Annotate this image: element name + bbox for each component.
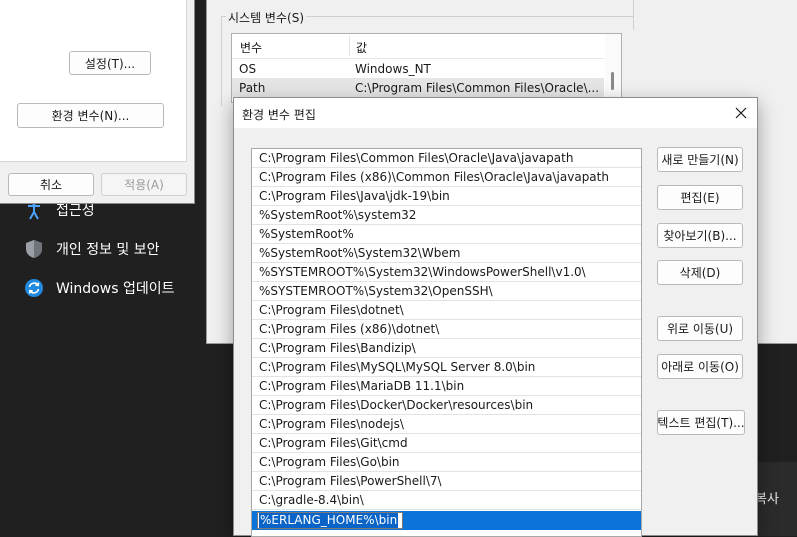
list-item[interactable]: C:\Program Files\Common Files\Oracle\Jav… (252, 149, 641, 168)
path-text: C:\Program Files\MariaDB 11.1\bin (259, 379, 465, 393)
list-item[interactable]: C:\Program Files\MySQL\MySQL Server 8.0\… (252, 358, 641, 377)
path-text: C:\Program Files\dotnet\ (259, 303, 404, 317)
path-text: C:\Program Files\nodejs\ (259, 417, 404, 431)
list-item[interactable]: C:\Program Files (x86)\Common Files\Orac… (252, 168, 641, 187)
path-edit-value: %ERLANG_HOME%\bin (259, 513, 399, 528)
settings-item-label: Windows 업데이트 (56, 281, 175, 297)
list-header: 변수 값 (232, 34, 604, 59)
system-properties-dialog: 설정(T)... 환경 변수(N)... 취소 적용(A) (0, 0, 195, 204)
list-item[interactable]: C:\Program Files\MariaDB 11.1\bin (252, 377, 641, 396)
move-up-button[interactable]: 위로 이동(U) (657, 316, 743, 341)
list-item[interactable]: %SystemRoot%\System32\Wbem (252, 244, 641, 263)
system-variables-group-title: 시스템 변수(S) (226, 9, 306, 26)
environment-variables-button[interactable]: 환경 변수(N)... (17, 103, 164, 128)
path-list[interactable]: C:\Program Files\Common Files\Oracle\Jav… (251, 148, 642, 537)
list-item[interactable]: %SystemRoot% (252, 225, 641, 244)
list-item[interactable]: %SYSTEMROOT%\System32\WindowsPowerShell\… (252, 263, 641, 282)
dialog-title: 환경 변수 편집 (242, 108, 316, 122)
variable-name: Path (239, 81, 266, 95)
path-edit-input[interactable]: %ERLANG_HOME%\bin (257, 512, 403, 529)
settings-item-label: 개인 정보 및 보안 (56, 242, 160, 258)
close-icon[interactable] (733, 105, 749, 121)
path-text: C:\Program Files\MySQL\MySQL Server 8.0\… (259, 360, 536, 374)
move-down-button[interactable]: 아래로 이동(O) (657, 354, 743, 379)
column-header-value[interactable]: 값 (356, 39, 367, 56)
list-item[interactable]: C:\Program Files\Docker\Docker\resources… (252, 396, 641, 415)
list-item[interactable]: C:\gradle-8.4\bin\ (252, 491, 641, 510)
new-button[interactable]: 새로 만들기(N) (657, 147, 743, 172)
list-item[interactable]: %SYSTEMROOT%\System32\OpenSSH\ (252, 282, 641, 301)
apply-button[interactable]: 적용(A) (101, 173, 187, 196)
list-item[interactable]: C:\Program Files\Java\jdk-19\bin (252, 187, 641, 206)
path-text: %SystemRoot%\System32\Wbem (259, 246, 461, 260)
group-border (633, 0, 634, 30)
list-item[interactable]: OS Windows_NT (232, 59, 604, 78)
browse-button[interactable]: 찾아보기(B)... (657, 223, 743, 248)
path-text: C:\Program Files\Go\bin (259, 455, 400, 469)
group-border (221, 16, 222, 106)
variable-name: OS (239, 62, 257, 76)
path-text: %SystemRoot%\system32 (259, 208, 417, 222)
scrollbar-thumb[interactable] (611, 72, 614, 90)
list-item-editing[interactable]: %ERLANG_HOME%\bin (252, 511, 641, 530)
list-item[interactable]: C:\Program Files\dotnet\ (252, 301, 641, 320)
list-item[interactable]: C:\Program Files\Bandizip\ (252, 339, 641, 358)
title-bar[interactable]: 환경 변수 편집 (234, 98, 757, 128)
variable-value: C:\Program Files\Common Files\Oracle\... (355, 81, 600, 95)
edit-button[interactable]: 편집(E) (657, 185, 743, 210)
list-item[interactable]: C:\Program Files (x86)\dotnet\ (252, 320, 641, 339)
delete-button[interactable]: 삭제(D) (657, 260, 743, 285)
path-text: C:\Program Files\Common Files\Oracle\Jav… (259, 151, 574, 165)
path-text: C:\Program Files\Git\cmd (259, 436, 408, 450)
path-text: %SYSTEMROOT%\System32\OpenSSH\ (259, 284, 493, 298)
path-text: C:\gradle-8.4\bin\ (259, 493, 364, 507)
path-text: C:\Program Files\Docker\Docker\resources… (259, 398, 534, 412)
settings-button[interactable]: 설정(T)... (69, 51, 151, 75)
column-header-variable[interactable]: 변수 (240, 39, 262, 56)
path-text: %SystemRoot% (259, 227, 354, 241)
column-separator[interactable] (349, 36, 350, 56)
list-item-selected[interactable]: Path C:\Program Files\Common Files\Oracl… (232, 78, 604, 97)
variable-value: Windows_NT (355, 62, 431, 76)
list-item[interactable]: %SystemRoot%\system32 (252, 206, 641, 225)
cancel-button[interactable]: 취소 (8, 173, 94, 196)
list-item[interactable]: C:\Program Files\Go\bin (252, 453, 641, 472)
copy-label: 복사 (755, 492, 779, 507)
path-text: %SYSTEMROOT%\System32\WindowsPowerShell\… (259, 265, 586, 279)
path-text: C:\Program Files (x86)\dotnet\ (259, 322, 440, 336)
settings-item-privacy[interactable]: 개인 정보 및 보안 (24, 236, 160, 262)
system-properties-panel: 설정(T)... 환경 변수(N)... (0, 0, 187, 162)
settings-item-windows-update[interactable]: Windows 업데이트 (24, 275, 174, 301)
path-text: C:\Program Files\PowerShell\7\ (259, 474, 442, 488)
list-item[interactable]: C:\Program Files\nodejs\ (252, 415, 641, 434)
scrollbar[interactable] (605, 34, 621, 102)
shield-icon (26, 240, 42, 258)
list-item[interactable]: C:\Program Files\PowerShell\7\ (252, 472, 641, 491)
path-text: C:\Program Files\Java\jdk-19\bin (259, 189, 450, 203)
path-text: C:\Program Files\Bandizip\ (259, 341, 416, 355)
edit-environment-variable-dialog: 환경 변수 편집 C:\Program Files\Common Files\O… (233, 97, 758, 537)
edit-text-button[interactable]: 텍스트 편집(T)... (657, 410, 745, 435)
system-variables-list[interactable]: 변수 값 OS Windows_NT Path C:\Program Files… (231, 33, 622, 103)
path-text: C:\Program Files (x86)\Common Files\Orac… (259, 170, 609, 184)
update-icon (25, 279, 43, 297)
list-item[interactable]: C:\Program Files\Git\cmd (252, 434, 641, 453)
